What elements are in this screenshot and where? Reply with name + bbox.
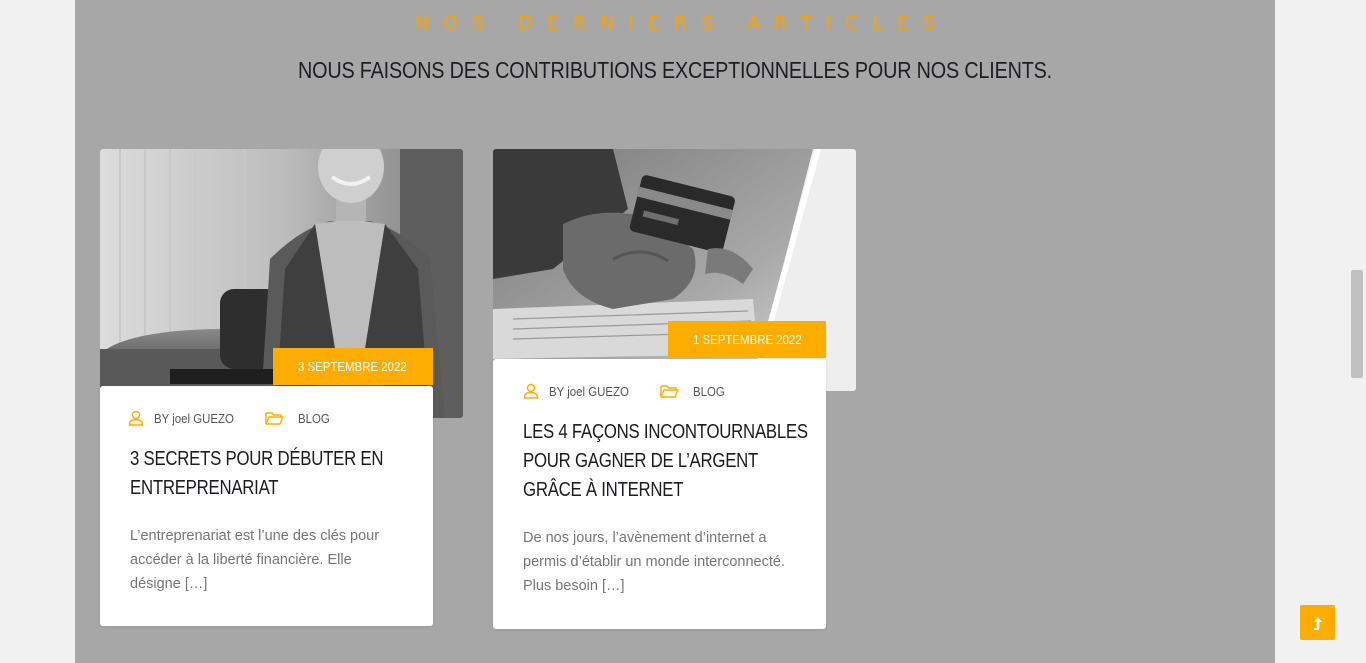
post-1-meta: BY joel GUEZO BLOG <box>128 410 340 426</box>
post-2-author[interactable]: BY joel GUEZO <box>549 384 629 399</box>
post-2-date-badge: 1 SEPTEMBRE 2022 <box>668 321 826 358</box>
arrow-up-icon <box>1313 616 1322 630</box>
post-1-title[interactable]: 3 SECRETS POUR DÉBUTER EN ENTREPRENARIAT <box>130 445 413 503</box>
post-2-date: 1 SEPTEMBRE 2022 <box>693 332 802 347</box>
user-icon <box>523 383 539 399</box>
section-headline: NOUS FAISONS DES CONTRIBUTIONS EXCEPTION… <box>298 57 1052 83</box>
user-icon <box>128 410 144 426</box>
post-1-author[interactable]: BY joel GUEZO <box>154 411 234 426</box>
folder-icon <box>660 385 679 398</box>
post-1-excerpt: L’entreprenariat est l’une des clés pour… <box>130 528 380 592</box>
post-1-category[interactable]: BLOG <box>298 411 330 426</box>
post-1-date: 3 SEPTEMBRE 2022 <box>298 359 407 374</box>
post-2-category[interactable]: BLOG <box>693 384 725 399</box>
section-eyebrow: NOS DERNIERS ARTICLES <box>414 12 950 34</box>
post-2-excerpt: De nos jours, l’avènement d’internet a p… <box>523 530 785 594</box>
post-2-title[interactable]: LES 4 FAÇONS INCONTOURNABLES POUR GAGNER… <box>523 418 808 505</box>
post-1-card[interactable]: BY joel GUEZO BLOG 3 SECRETS POUR DÉBUTE… <box>100 386 433 626</box>
folder-icon <box>265 412 284 425</box>
scroll-to-top-button[interactable] <box>1300 605 1335 640</box>
post-2-card[interactable]: BY joel GUEZO BLOG LES 4 FAÇONS INCONTOU… <box>493 359 826 629</box>
scrollbar-thumb[interactable] <box>1351 270 1363 378</box>
post-2-meta: BY joel GUEZO BLOG <box>523 383 735 399</box>
post-1-date-badge: 3 SEPTEMBRE 2022 <box>273 348 433 385</box>
